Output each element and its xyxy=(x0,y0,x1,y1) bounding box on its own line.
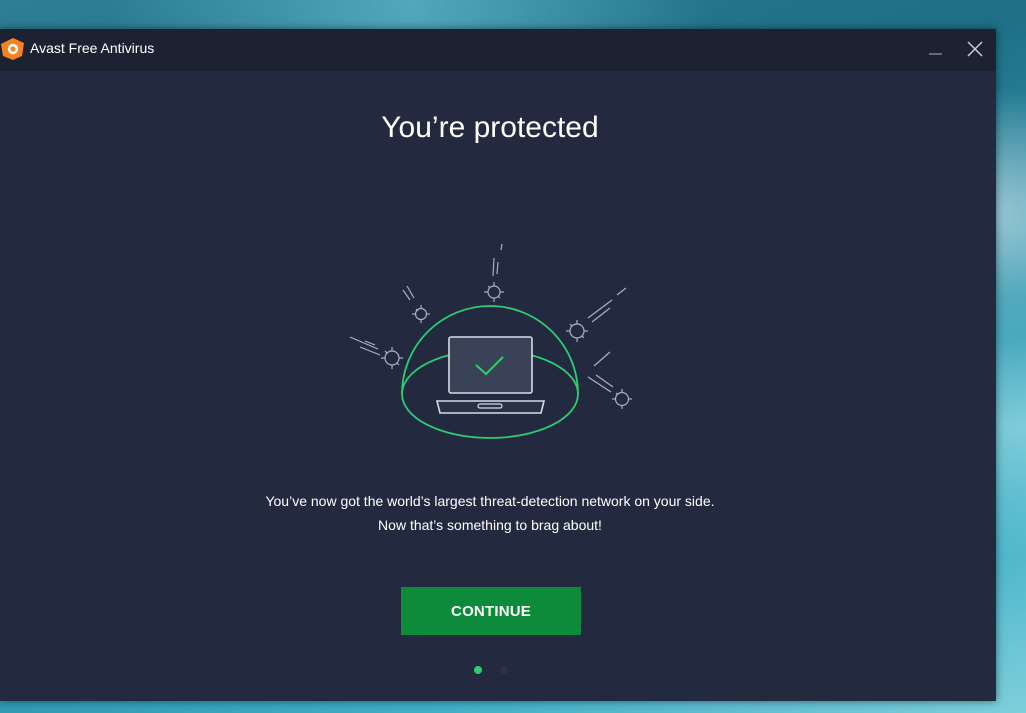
app-window: Avast Free Antivirus You’re protected Yo… xyxy=(0,29,996,701)
protected-laptop-illustration xyxy=(330,234,650,449)
avast-logo-icon xyxy=(0,37,26,61)
page-dot-active[interactable] xyxy=(474,666,482,674)
app-title: Avast Free Antivirus xyxy=(30,40,155,56)
title-bar: Avast Free Antivirus xyxy=(0,29,996,71)
close-button[interactable] xyxy=(963,37,987,61)
pagination-dots xyxy=(474,666,514,676)
close-icon xyxy=(967,41,983,57)
info-message-line-2: Now that’s something to brag about! xyxy=(378,517,602,533)
minimize-button[interactable] xyxy=(924,37,948,61)
minimize-icon xyxy=(929,53,942,55)
page-dot-inactive[interactable] xyxy=(500,666,508,674)
page-title: You’re protected xyxy=(381,111,599,144)
continue-button[interactable]: CONTINUE xyxy=(401,587,581,635)
info-message-line-1: You’ve now got the world’s largest threa… xyxy=(265,493,715,509)
